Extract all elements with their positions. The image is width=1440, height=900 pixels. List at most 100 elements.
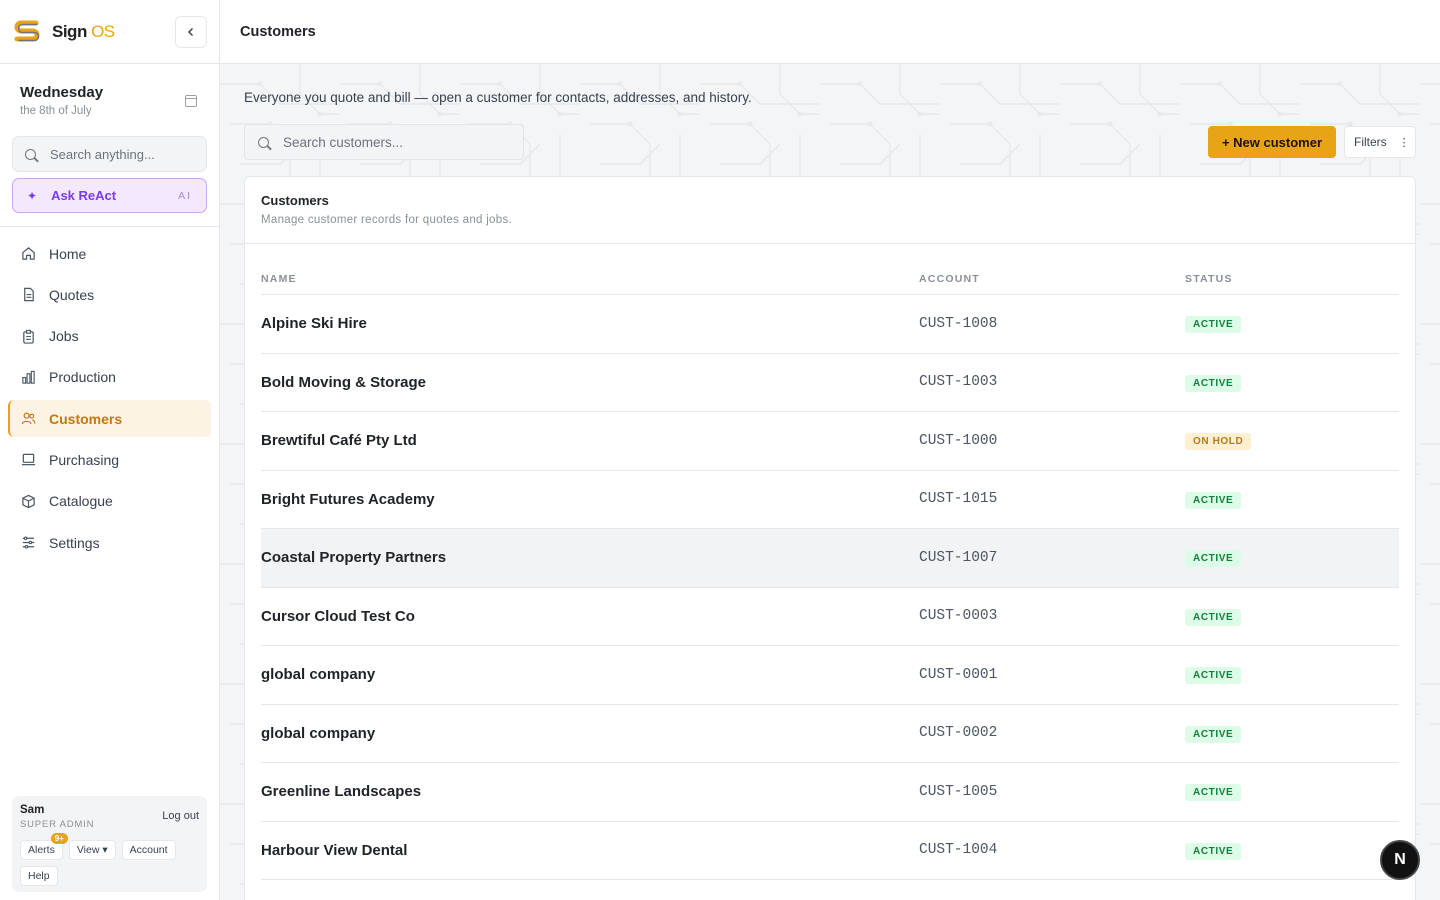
sidebar-item-label: Catalogue <box>49 493 113 510</box>
customer-account: CUST-0002 <box>919 725 998 742</box>
date-day: Wednesday <box>20 84 104 101</box>
brand-name: Sign OS <box>52 21 115 41</box>
document-icon <box>20 287 36 303</box>
sidebar-item-customers[interactable]: Customers <box>8 400 211 438</box>
collapse-sidebar-button[interactable] <box>175 15 207 48</box>
sidebar-item-catalogue[interactable]: Catalogue <box>8 483 211 520</box>
status-cell: ACTIVE <box>1185 607 1399 626</box>
customer-name: Harbour View Dental <box>261 841 408 859</box>
ask-react-label: Ask ReAct <box>51 188 117 203</box>
customer-name: Coastal Property Partners <box>261 549 447 567</box>
sidebar-item-home[interactable]: Home <box>8 235 211 272</box>
status-cell: ACTIVE <box>1185 314 1399 334</box>
sidebar-nav: Home Quotes Jobs Production Customers Pu… <box>0 227 219 561</box>
status-badge: ACTIVE <box>1185 374 1242 392</box>
table-row[interactable]: global company CUST-0002 ACTIVE <box>261 705 1399 763</box>
sidebar-item-label: Customers <box>49 410 123 427</box>
customer-name: Cursor Cloud Test Co <box>261 607 415 625</box>
status-cell: ACTIVE <box>1185 665 1399 685</box>
sidebar-item-quotes[interactable]: Quotes <box>8 276 211 313</box>
table-row[interactable]: Bold Moving & Storage CUST-1003 ACTIVE <box>261 354 1399 412</box>
new-customer-button[interactable]: + New customer <box>1208 126 1336 158</box>
sidebar-item-label: Jobs <box>49 328 79 345</box>
sidebar-item-purchasing[interactable]: Purchasing <box>8 441 211 478</box>
more-vertical-icon: ⋮ <box>1398 136 1410 149</box>
next-devtools-button[interactable]: N <box>1380 840 1420 880</box>
sparkle-icon: ✦ <box>27 188 38 203</box>
customers-card: Customers Manage customer records for qu… <box>244 176 1416 900</box>
table-row[interactable]: Brewtiful Café Pty Ltd CUST-1000 ON HOLD <box>261 412 1399 471</box>
status-cell: ACTIVE <box>1185 782 1399 802</box>
users-icon <box>20 411 36 427</box>
status-cell: ACTIVE <box>1185 548 1399 568</box>
customer-account: CUST-1005 <box>919 783 998 800</box>
column-header-name[interactable]: NAME <box>261 273 919 285</box>
logout-button[interactable]: Log out <box>162 810 199 822</box>
card-title: Customers <box>261 193 329 208</box>
status-badge: ON HOLD <box>1185 433 1252 451</box>
table-row[interactable]: Harbour View Dental CUST-1004 ACTIVE <box>261 822 1399 880</box>
table-row[interactable]: global company CUST-0001 ACTIVE <box>261 646 1399 705</box>
customer-name: Bold Moving & Storage <box>261 373 426 391</box>
help-button[interactable]: Help <box>20 866 58 886</box>
table-row[interactable]: Greenline Landscapes CUST-1005 ACTIVE <box>261 763 1399 822</box>
sidebar-item-label: Production <box>49 369 116 386</box>
alerts-label: Alerts <box>28 844 55 856</box>
ask-react-button[interactable]: ✦ Ask ReAct AI <box>12 178 207 213</box>
sidebar-item-settings[interactable]: Settings <box>8 524 211 561</box>
column-header-account[interactable]: ACCOUNT <box>919 273 1185 285</box>
filters-label: Filters <box>1354 135 1387 149</box>
customer-account: CUST-1007 <box>919 549 998 566</box>
date-subtitle: the 8th of July <box>20 105 92 117</box>
home-icon <box>20 246 36 262</box>
alerts-button[interactable]: Alerts 9+ <box>20 833 68 860</box>
status-cell: ACTIVE <box>1185 724 1399 743</box>
table-row[interactable]: Cursor Cloud Test Co CUST-0003 ACTIVE <box>261 588 1399 646</box>
date-display: Wednesday the 8th of July <box>0 64 219 136</box>
account-button[interactable]: Account <box>121 840 176 860</box>
customer-account: CUST-1000 <box>919 432 998 449</box>
view-dropdown-button[interactable]: View ▾ <box>68 840 116 860</box>
sidebar-item-label: Purchasing <box>49 451 120 468</box>
status-badge: ACTIVE <box>1185 784 1242 802</box>
column-header-status[interactable]: STATUS <box>1185 273 1399 285</box>
customer-name: Greenline Landscapes <box>261 783 422 801</box>
status-cell: ACTIVE <box>1185 490 1399 509</box>
table-row[interactable]: Coastal Property Partners CUST-1007 ACTI… <box>261 529 1399 588</box>
customer-name: global company <box>261 666 376 684</box>
ai-badge: AI <box>178 189 192 202</box>
sliders-icon <box>20 535 36 551</box>
status-badge: ACTIVE <box>1185 550 1242 568</box>
search-icon <box>258 136 269 148</box>
search-icon <box>25 148 36 160</box>
status-badge: ACTIVE <box>1185 491 1242 509</box>
box-icon <box>20 493 36 509</box>
chevron-left-icon <box>186 24 196 40</box>
customer-search-input[interactable]: Search customers... <box>244 124 524 160</box>
sidebar-item-production[interactable]: Production <box>8 359 211 396</box>
filters-button[interactable]: Filters ⋮ <box>1344 126 1416 158</box>
sign-os-logo-icon[interactable] <box>12 17 42 47</box>
status-cell: ACTIVE <box>1185 373 1399 392</box>
table-row[interactable]: Bright Futures Academy CUST-1015 ACTIVE <box>261 471 1399 529</box>
customer-account: CUST-1003 <box>919 374 998 391</box>
table-row[interactable]: Alpine Ski Hire CUST-1008 ACTIVE <box>261 295 1399 354</box>
status-badge: ACTIVE <box>1185 608 1242 626</box>
customer-name: Alpine Ski Hire <box>261 315 367 333</box>
monitor-icon <box>20 452 36 468</box>
card-subtitle: Manage customer records for quotes and j… <box>261 214 512 226</box>
page-title: Customers <box>240 23 316 40</box>
customer-account: CUST-1015 <box>919 491 998 508</box>
status-badge: ACTIVE <box>1185 725 1242 743</box>
brand-header: Sign OS <box>0 0 219 64</box>
sidebar-item-label: Settings <box>49 534 100 551</box>
sidebar-item-jobs[interactable]: Jobs <box>8 318 211 355</box>
global-search-input[interactable]: Search anything... <box>12 136 207 172</box>
customer-account: CUST-0003 <box>919 608 998 625</box>
status-badge: ACTIVE <box>1185 316 1242 334</box>
bar-chart-icon <box>20 369 36 385</box>
calendar-icon[interactable] <box>185 95 197 107</box>
status-badge: ACTIVE <box>1185 667 1242 685</box>
customer-account: CUST-1008 <box>919 315 998 332</box>
customers-table: NAME ACCOUNT STATUS Alpine Ski Hire CUST… <box>261 264 1399 880</box>
